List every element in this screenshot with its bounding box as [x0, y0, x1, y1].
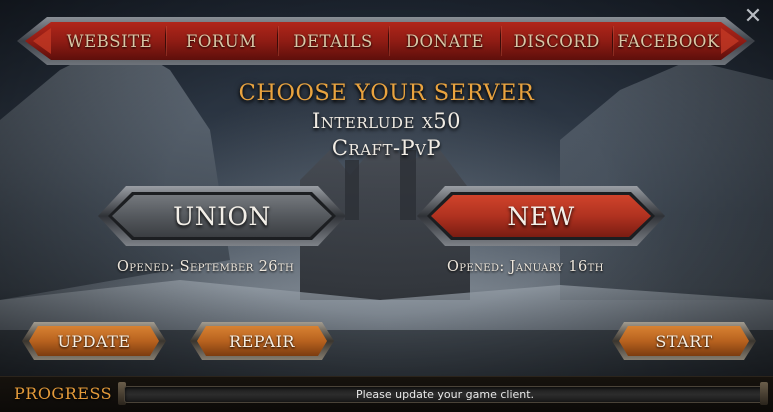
nav-details[interactable]: DETAILS [278, 14, 389, 68]
repair-label: REPAIR [229, 331, 295, 351]
union-opened-date: Opened: September 26th [117, 259, 295, 275]
server-new-button[interactable]: NEW [417, 184, 665, 248]
server-chronicle: Interlude x50 [311, 109, 461, 133]
server-new-label: NEW [507, 201, 575, 231]
nav-discord[interactable]: DISCORD [501, 14, 612, 68]
progress-label: PROGRESS [14, 384, 113, 403]
page-title: CHOOSE YOUR SERVER [238, 80, 535, 106]
start-label: START [655, 331, 713, 351]
repair-button[interactable]: REPAIR [190, 319, 334, 363]
launcher-window: WEBSITE FORUM DETAILS DONATE DISCORD FAC… [0, 0, 773, 412]
top-navigation: WEBSITE FORUM DETAILS DONATE DISCORD FAC… [17, 14, 755, 68]
nav-forum[interactable]: FORUM [166, 14, 277, 68]
nav-donate[interactable]: DONATE [389, 14, 500, 68]
progress-status-text: Please update your game client. [355, 388, 535, 401]
server-type: Craft-PvP [331, 136, 442, 160]
update-label: UPDATE [57, 331, 131, 351]
start-button[interactable]: START [612, 319, 756, 363]
nav-items: WEBSITE FORUM DETAILS DONATE DISCORD FAC… [54, 14, 724, 68]
progress-section: PROGRESS Please update your game client. [0, 376, 773, 412]
progress-bar: Please update your game client. [124, 386, 766, 403]
nav-website[interactable]: WEBSITE [54, 14, 165, 68]
progress-cap-right [760, 382, 768, 405]
new-opened-date: Opened: January 16th [447, 259, 604, 275]
close-icon[interactable]: ✕ [741, 5, 765, 29]
server-union-button[interactable]: UNION [98, 184, 346, 248]
nav-facebook[interactable]: FACEBOOK [613, 14, 724, 68]
update-button[interactable]: UPDATE [22, 319, 166, 363]
server-union-label: UNION [173, 201, 271, 231]
